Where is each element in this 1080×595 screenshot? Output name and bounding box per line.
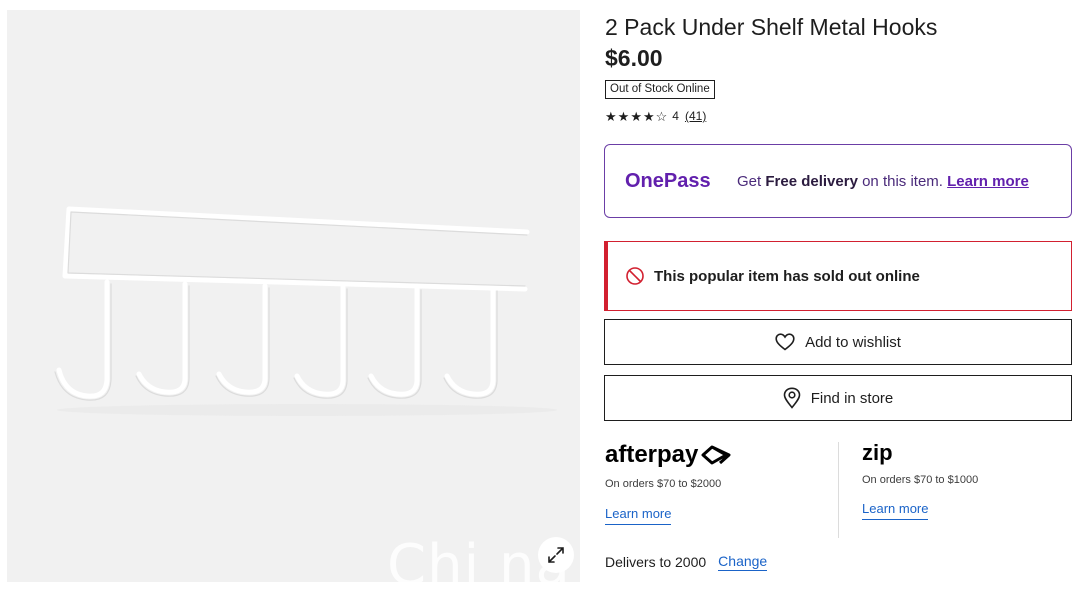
onepass-free-delivery: Free delivery [765, 172, 858, 190]
star-empty-icon: ☆ [655, 108, 668, 124]
onepass-banner: OnePass Get Free delivery on this item. … [604, 144, 1072, 218]
afterpay-learn-more-link[interactable]: Learn more [605, 506, 672, 525]
find-in-store-button[interactable]: Find in store [604, 375, 1072, 421]
onepass-learn-more-link[interactable]: Learn more [947, 173, 1029, 190]
star-filled-icon: ★ [605, 108, 617, 124]
afterpay-note: On orders $70 to $2000 [605, 478, 722, 490]
onepass-text-suffix: on this item. [857, 172, 948, 190]
zip-note: On orders $70 to $1000 [862, 474, 979, 486]
add-to-wishlist-button[interactable]: Add to wishlist [604, 319, 1072, 365]
product-image-panel[interactable]: Chi na [7, 10, 580, 582]
product-price: $6.00 [605, 45, 663, 71]
afterpay-section: afterpay On orders $70 to $2000 Learn mo… [605, 440, 732, 525]
afterpay-arrows-icon [701, 445, 731, 465]
payment-divider [838, 442, 839, 538]
change-postcode-link[interactable]: Change [718, 553, 768, 571]
delivery-location: Delivers to 2000 Change [605, 553, 768, 571]
sold-out-alert: This popular item has sold out online [604, 241, 1072, 311]
find-in-store-label: Find in store [810, 389, 894, 407]
star-filled-icon: ★ [617, 108, 630, 124]
location-pin-icon [783, 387, 801, 409]
stock-status-badge: Out of Stock Online [605, 80, 715, 99]
onepass-message: Get Free delivery on this item. Learn mo… [737, 173, 1037, 190]
afterpay-wordmark: afterpay [605, 441, 699, 468]
expand-image-button[interactable] [538, 537, 574, 573]
delivery-text: Delivers to 2000 [605, 554, 707, 570]
prohibited-icon [626, 267, 644, 285]
product-title: 2 Pack Under Shelf Metal Hooks [605, 14, 938, 40]
star-filled-icon: ★ [642, 108, 655, 124]
onepass-logo: OnePass [625, 169, 711, 192]
afterpay-logo: afterpay [605, 440, 732, 470]
zip-wordmark: zip [862, 440, 893, 465]
product-rating[interactable]: ★ ★ ★ ★ ☆ 4 (41) [605, 108, 706, 124]
wishlist-label: Add to wishlist [805, 333, 901, 351]
rating-score: 4 [672, 109, 679, 123]
product-image [54, 206, 557, 416]
zip-section: zip On orders $70 to $1000 Learn more [862, 440, 978, 520]
star-filled-icon: ★ [630, 108, 642, 124]
zip-logo: zip [862, 440, 978, 466]
expand-arrows-icon [548, 547, 564, 563]
zip-learn-more-link[interactable]: Learn more [862, 501, 929, 520]
rating-stars: ★ ★ ★ ★ ☆ [605, 110, 667, 123]
sold-out-message: This popular item has sold out online [654, 267, 920, 285]
onepass-text-prefix: Get [737, 172, 766, 190]
heart-icon [775, 333, 795, 351]
review-count-link[interactable]: (41) [685, 109, 706, 123]
